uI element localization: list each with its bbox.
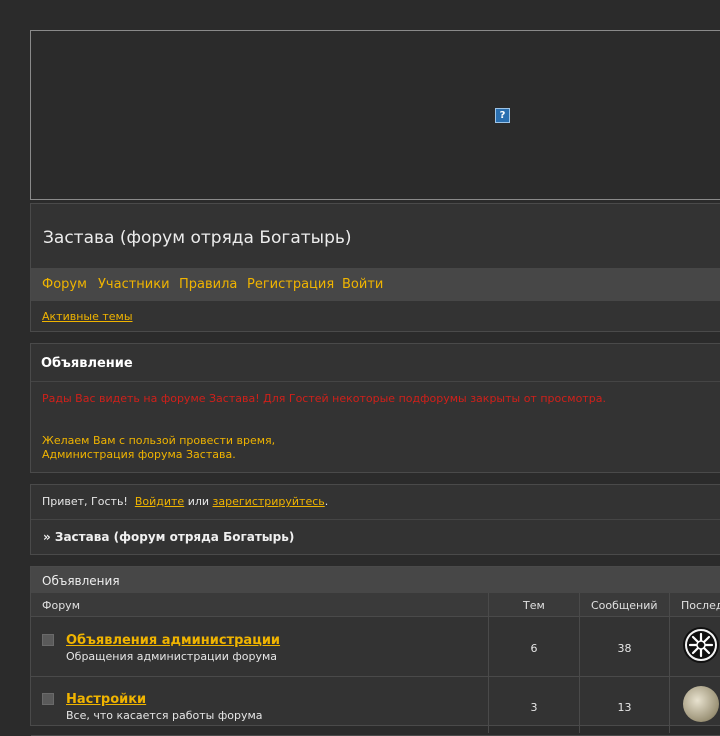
broken-image-icon: ? [495, 108, 510, 123]
announcement-panel: Объявление Рады Вас видеть на форуме Зас… [30, 343, 720, 473]
topics-count: 3 [530, 701, 538, 714]
or-label: или [187, 495, 210, 508]
divider [31, 381, 720, 382]
active-topics-link[interactable]: Активные темы [42, 310, 133, 323]
forum-row: Настройки Все, что касается работы форум… [31, 677, 720, 736]
forum-table: Объявления Форум Тем Сообщений Послед Об… [30, 566, 720, 736]
period: . [324, 495, 329, 508]
col-posts: Сообщений [591, 599, 658, 612]
nav-forum[interactable]: Форум [42, 277, 87, 292]
forum-status-icon [42, 693, 54, 705]
avatar[interactable] [683, 627, 719, 663]
forum-row: Объявления администрации Обращения админ… [31, 618, 720, 677]
main-nav: Форум Участники Правила Регистрация Войт… [31, 268, 720, 301]
forum-link-settings[interactable]: Настройки [66, 692, 146, 707]
column-headers: Форум Тем Сообщений Послед [31, 593, 720, 617]
col-forum: Форум [42, 599, 80, 612]
announcement-line-1: Желаем Вам с пользой провести время, [42, 434, 276, 447]
emblem-icon [687, 631, 715, 659]
nav-rules[interactable]: Правила [179, 277, 237, 292]
register-link[interactable]: зарегистрируйтесь [213, 495, 325, 508]
divider [31, 519, 720, 520]
announcement-alert-text: Рады Вас видеть на форуме Застава! Для Г… [42, 392, 606, 405]
announcement-heading: Объявление [41, 356, 133, 371]
subnav: Активные темы [42, 310, 133, 323]
breadcrumb: » Застава (форум отряда Богатырь) [43, 530, 295, 544]
avatar[interactable] [683, 686, 719, 722]
login-link[interactable]: Войдите [135, 495, 184, 508]
forum-link-announcements[interactable]: Объявления администрации [66, 633, 280, 648]
forum-header: Застава (форум отряда Богатырь) Форум Уч… [30, 203, 720, 332]
welcome-panel: Привет, Гость! Войдите или зарегистрируй… [30, 484, 720, 555]
forum-title: Застава (форум отряда Богатырь) [43, 228, 352, 248]
forum-description: Все, что касается работы форума [66, 709, 263, 722]
col-last-post: Послед [681, 599, 720, 612]
category-title: Объявления [42, 574, 120, 588]
posts-count: 38 [617, 642, 632, 655]
forum-status-icon [42, 634, 54, 646]
banner-frame: ? [30, 30, 720, 200]
nav-login[interactable]: Войти [342, 277, 383, 292]
topics-count: 6 [530, 642, 538, 655]
forum-description: Обращения администрации форума [66, 650, 278, 663]
announcement-line-2: Администрация форума Застава. [42, 448, 236, 461]
category-header: Объявления [31, 567, 720, 593]
posts-count: 13 [617, 701, 632, 714]
welcome-text: Привет, Гость! Войдите или зарегистрируй… [42, 495, 328, 508]
greeting-label: Привет, Гость! [42, 495, 128, 508]
nav-register[interactable]: Регистрация [247, 277, 334, 292]
col-topics: Тем [523, 599, 545, 612]
nav-members[interactable]: Участники [98, 277, 170, 292]
